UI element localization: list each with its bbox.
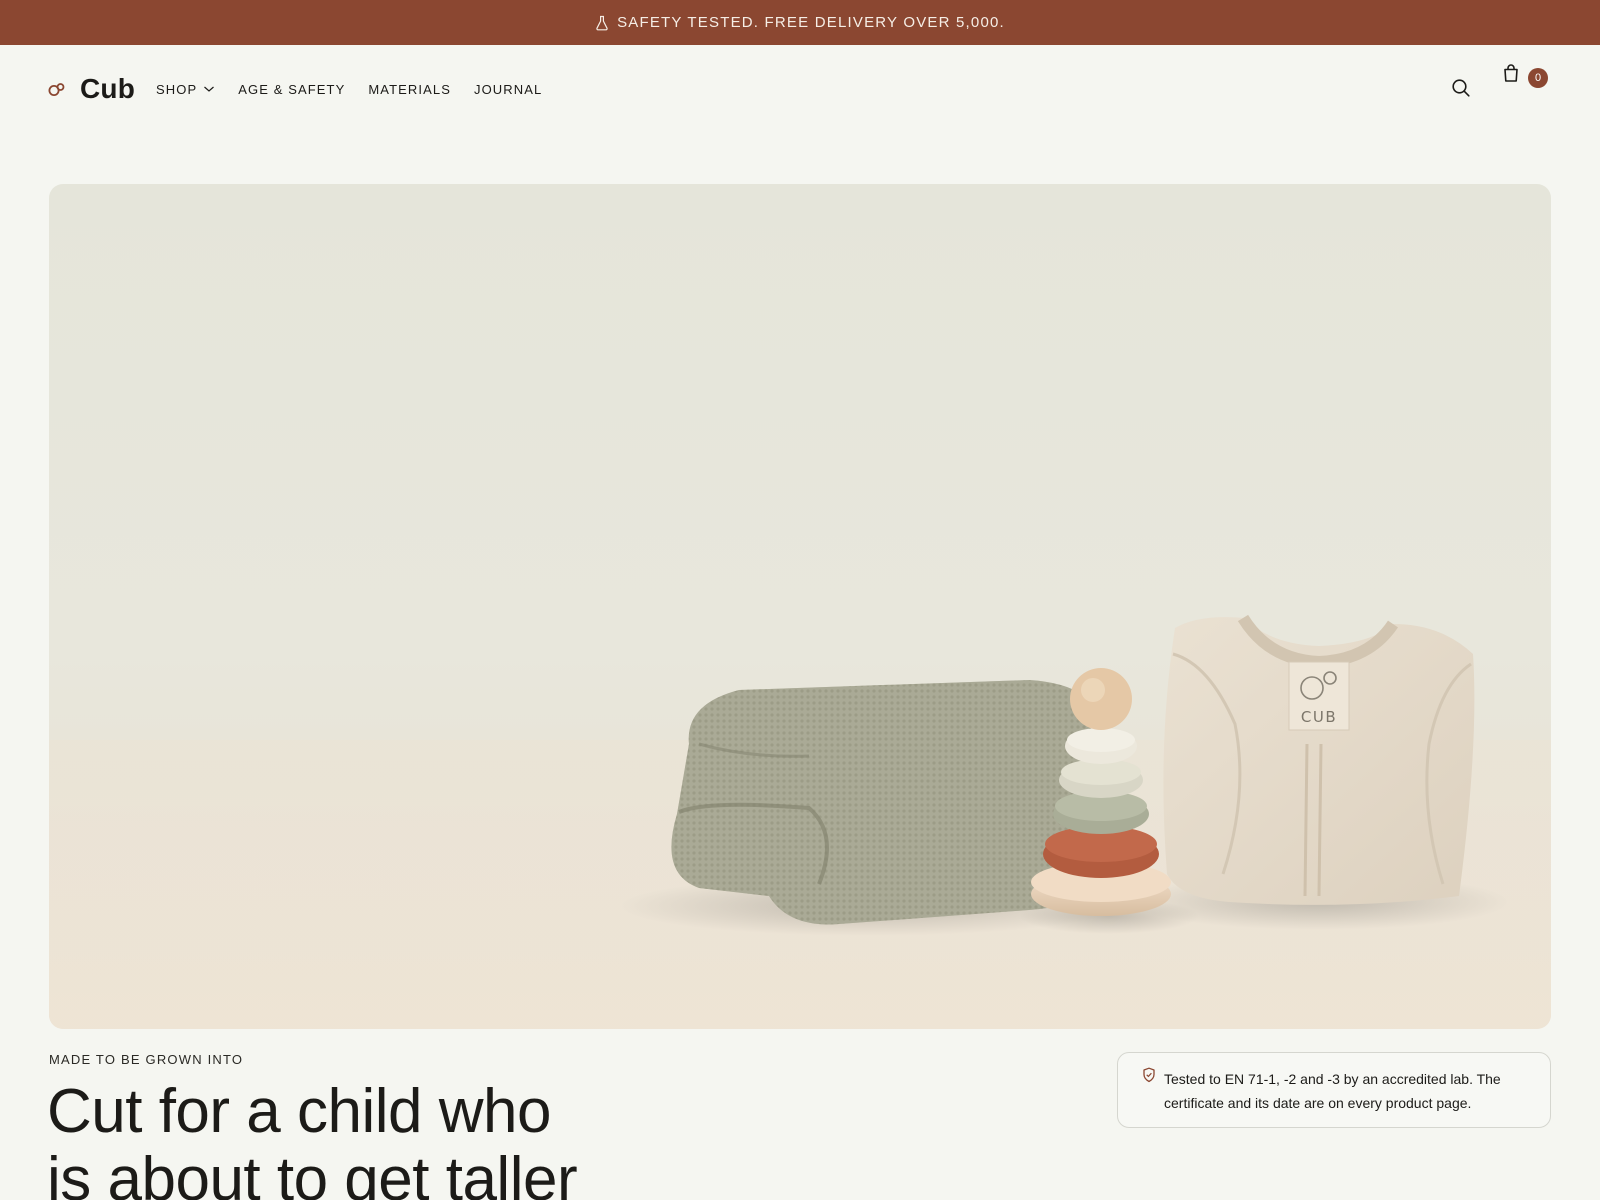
nav-item-label: MATERIALS [368,81,451,97]
safety-notice: Tested to EN 71-1, -2 and -3 by an accre… [1117,1052,1551,1128]
nav-item-label: SHOP [156,81,198,97]
nav-item-shop[interactable]: SHOP [156,82,215,97]
shield-icon [1143,1067,1155,1083]
onesie-illustration: CUB [1163,614,1475,905]
search-button[interactable] [1450,77,1472,99]
garment-tag-text: CUB [1301,708,1337,726]
flask-icon [596,15,608,30]
nav-item-label: JOURNAL [474,81,543,97]
announcement-text: SAFETY TESTED. FREE DELIVERY OVER 5,000. [617,14,1005,31]
section-eyebrow: MADE TO BE GROWN INTO [49,1052,244,1067]
headline-line-1: Cut for a child who [47,1077,551,1146]
cart-count-badge: 0 [1528,68,1548,88]
nav-item-journal[interactable]: JOURNAL [474,82,542,97]
nav-item-materials[interactable]: MATERIALS [368,82,451,97]
safety-notice-text: Tested to EN 71-1, -2 and -3 by an accre… [1164,1071,1501,1111]
chevron-down-icon [204,86,215,92]
hero-headline: Cut for a child who is about to get tall… [47,1078,687,1200]
nav-item-label: AGE & SAFETY [238,81,346,97]
search-icon [1452,79,1470,97]
logo-link[interactable]: Cub [48,69,135,109]
hero-image: CUB [49,184,1551,1029]
site-header: Cub SHOP AGE & SAFETY MATERIALS JOURNAL [0,45,1600,130]
logo-mark-icon [48,83,65,96]
cart-button[interactable]: 0 [1502,63,1552,93]
nav-item-age-safety[interactable]: AGE & SAFETY [238,82,345,97]
headline-line-2: is about to get taller [47,1145,578,1200]
main-nav: SHOP AGE & SAFETY MATERIALS JOURNAL [156,79,565,99]
logo-text: Cub [80,73,136,104]
shopping-bag-icon [1504,64,1518,82]
hero-photo: CUB [49,614,1551,1029]
announcement-bar: SAFETY TESTED. FREE DELIVERY OVER 5,000. [0,0,1600,45]
